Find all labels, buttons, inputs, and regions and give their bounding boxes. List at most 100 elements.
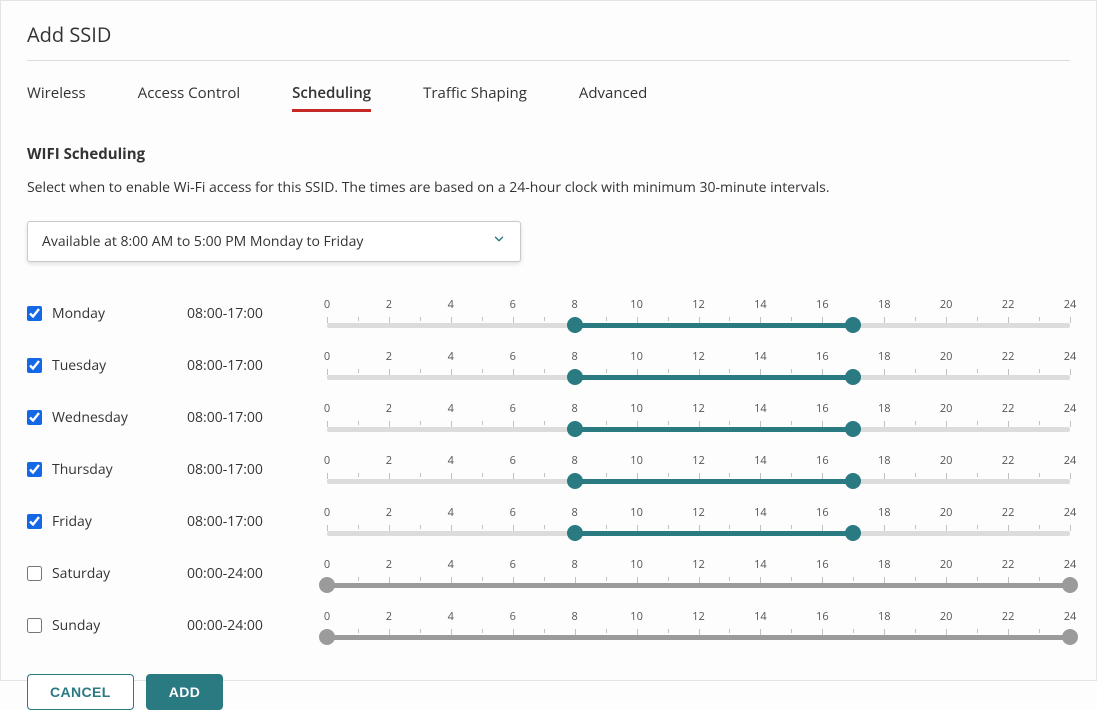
axis-tick-label: 24	[1064, 349, 1077, 364]
axis-tick-label: 4	[448, 297, 454, 312]
axis-tick-label: 10	[630, 557, 643, 572]
axis-tick-label: 0	[324, 453, 330, 468]
axis-tick-label: 6	[510, 505, 516, 520]
time-slider[interactable]: 024681012141618202224	[327, 299, 1070, 328]
tab-scheduling[interactable]: Scheduling	[292, 83, 371, 112]
axis-tick-label: 24	[1064, 557, 1077, 572]
axis-tick-label: 0	[324, 505, 330, 520]
preset-dropdown[interactable]: Available at 8:00 AM to 5:00 PM Monday t…	[27, 221, 521, 262]
day-checkbox-wednesday[interactable]	[27, 410, 42, 425]
day-checkbox-monday[interactable]	[27, 306, 42, 321]
slider-handle-start[interactable]	[319, 577, 335, 593]
slider-handle-start[interactable]	[567, 421, 583, 437]
axis-tick-label: 2	[386, 557, 392, 572]
axis-tick-label: 2	[386, 453, 392, 468]
axis-tick-label: 20	[940, 505, 953, 520]
axis-tick-label: 14	[754, 297, 767, 312]
axis-tick-label: 10	[630, 297, 643, 312]
slider-handle-end[interactable]	[1062, 629, 1078, 645]
preset-label: Available at 8:00 AM to 5:00 PM Monday t…	[42, 232, 363, 251]
slider-handle-end[interactable]	[845, 317, 861, 333]
axis-tick-label: 8	[572, 401, 578, 416]
axis-tick-label: 22	[1002, 401, 1015, 416]
axis-tick-label: 14	[754, 505, 767, 520]
schedule-row-saturday: Saturday00:00-24:00024681012141618202224	[27, 558, 1070, 588]
axis-tick-label: 6	[510, 609, 516, 624]
slider-handle-start[interactable]	[567, 317, 583, 333]
tab-access-control[interactable]: Access Control	[138, 83, 240, 112]
axis-tick-label: 20	[940, 453, 953, 468]
schedule-row-monday: Monday08:00-17:00024681012141618202224	[27, 298, 1070, 328]
axis-tick-label: 10	[630, 453, 643, 468]
day-checkbox-sunday[interactable]	[27, 618, 42, 633]
schedule-row-friday: Friday08:00-17:00024681012141618202224	[27, 506, 1070, 536]
section-description: Select when to enable Wi-Fi access for t…	[27, 178, 1070, 197]
slider-handle-end[interactable]	[1062, 577, 1078, 593]
axis-tick-label: 16	[816, 401, 829, 416]
axis-tick-label: 18	[878, 609, 891, 624]
day-checkbox-saturday[interactable]	[27, 566, 42, 581]
slider-handle-start[interactable]	[567, 525, 583, 541]
axis-tick-label: 10	[630, 349, 643, 364]
time-slider[interactable]: 024681012141618202224	[327, 507, 1070, 536]
axis-tick-label: 18	[878, 557, 891, 572]
time-slider[interactable]: 024681012141618202224	[327, 455, 1070, 484]
day-checkbox-friday[interactable]	[27, 514, 42, 529]
slider-handle-end[interactable]	[845, 525, 861, 541]
day-checkbox-thursday[interactable]	[27, 462, 42, 477]
axis-tick-label: 12	[692, 297, 705, 312]
axis-tick-label: 0	[324, 349, 330, 364]
axis-tick-label: 12	[692, 401, 705, 416]
axis-tick-label: 4	[448, 609, 454, 624]
axis-tick-label: 16	[816, 609, 829, 624]
axis-tick-label: 12	[692, 349, 705, 364]
tab-advanced[interactable]: Advanced	[579, 83, 647, 112]
slider-handle-start[interactable]	[567, 369, 583, 385]
axis-tick-label: 6	[510, 557, 516, 572]
axis-tick-label: 0	[324, 401, 330, 416]
axis-tick-label: 4	[448, 349, 454, 364]
axis-tick-label: 16	[816, 349, 829, 364]
day-label: Saturday	[52, 564, 110, 583]
time-slider[interactable]: 024681012141618202224	[327, 403, 1070, 432]
axis-tick-label: 16	[816, 297, 829, 312]
day-label: Tuesday	[52, 356, 106, 375]
slider-handle-end[interactable]	[845, 369, 861, 385]
axis-tick-label: 16	[816, 453, 829, 468]
time-slider[interactable]: 024681012141618202224	[327, 351, 1070, 380]
slider-handle-start[interactable]	[319, 629, 335, 645]
axis-tick-label: 14	[754, 349, 767, 364]
time-slider[interactable]: 024681012141618202224	[327, 611, 1070, 640]
time-slider[interactable]: 024681012141618202224	[327, 559, 1070, 588]
tab-wireless[interactable]: Wireless	[27, 83, 86, 112]
axis-tick-label: 4	[448, 505, 454, 520]
add-button[interactable]: ADD	[146, 674, 224, 710]
axis-tick-label: 14	[754, 609, 767, 624]
axis-tick-label: 12	[692, 505, 705, 520]
day-label: Thursday	[52, 460, 113, 479]
axis-tick-label: 14	[754, 557, 767, 572]
axis-tick-label: 18	[878, 349, 891, 364]
slider-handle-end[interactable]	[845, 421, 861, 437]
axis-tick-label: 0	[324, 297, 330, 312]
page-title: Add SSID	[27, 21, 1070, 61]
axis-tick-label: 8	[572, 297, 578, 312]
axis-tick-label: 0	[324, 609, 330, 624]
day-checkbox-tuesday[interactable]	[27, 358, 42, 373]
slider-handle-end[interactable]	[845, 473, 861, 489]
time-range-text: 08:00-17:00	[187, 512, 327, 531]
axis-tick-label: 6	[510, 349, 516, 364]
axis-tick-label: 22	[1002, 349, 1015, 364]
axis-tick-label: 10	[630, 505, 643, 520]
axis-tick-label: 2	[386, 297, 392, 312]
tab-traffic-shaping[interactable]: Traffic Shaping	[423, 83, 527, 112]
axis-tick-label: 22	[1002, 453, 1015, 468]
axis-tick-label: 12	[692, 609, 705, 624]
cancel-button[interactable]: CANCEL	[27, 674, 134, 710]
axis-tick-label: 8	[572, 505, 578, 520]
day-label: Monday	[52, 304, 105, 323]
axis-tick-label: 24	[1064, 297, 1077, 312]
slider-handle-start[interactable]	[567, 473, 583, 489]
axis-tick-label: 0	[324, 557, 330, 572]
axis-tick-label: 8	[572, 349, 578, 364]
